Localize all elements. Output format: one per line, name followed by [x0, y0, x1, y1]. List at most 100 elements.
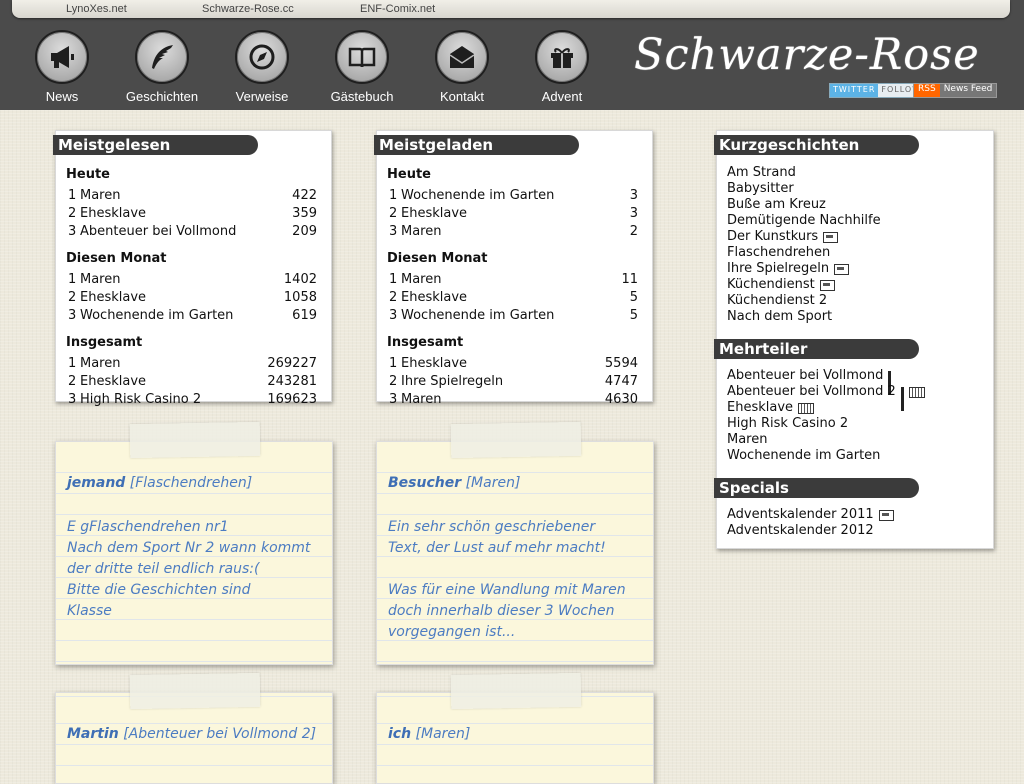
stats-row[interactable]: 1 Maren 1402 — [66, 271, 317, 289]
note-author[interactable]: jemand — [67, 475, 125, 491]
tape-strip — [450, 672, 582, 710]
note-header: jemand [Flaschendrehen] — [67, 475, 252, 491]
sidebar-story-label: Abenteuer bei Vollmond 2 — [727, 384, 896, 399]
twitter-follow-badge[interactable]: TWITTER FOLLOW — [829, 83, 926, 98]
sidebar-story-link[interactable]: Der Kunstkurs — [727, 229, 881, 245]
stats-count: 209 — [292, 224, 317, 239]
sidebar-story-link[interactable]: Demütigende Nachhilfe — [727, 213, 881, 229]
sidebar-story-link[interactable]: Adventskalender 2011 — [727, 507, 894, 523]
stats-rank: 2 — [68, 374, 77, 389]
nav-geschichten-button[interactable]: Geschichten — [112, 30, 212, 104]
stats-row[interactable]: 3 Maren 4630 — [387, 391, 638, 409]
stats-count: 3 — [629, 206, 638, 221]
note-author[interactable]: Besucher — [388, 475, 461, 491]
news-feed-label: News Feed — [939, 84, 997, 97]
nav-news-button[interactable]: News — [12, 30, 112, 104]
gift-icon — [535, 30, 589, 84]
sidebar-story-link[interactable]: Ihre Spielregeln — [727, 261, 881, 277]
stats-group-heading: Diesen Monat — [66, 251, 167, 266]
note-line: Was für eine Wandlung mit Maren — [388, 582, 626, 598]
sidebar-story-label: Der Kunstkurs — [727, 229, 819, 244]
sidebar-story-link[interactable]: Flaschendrehen — [727, 245, 881, 261]
note-author[interactable]: Martin — [67, 726, 119, 742]
sidebar-story-link[interactable]: Ehesklave — [727, 400, 925, 416]
tape-strip — [129, 421, 261, 459]
note-author[interactable]: ich — [388, 726, 411, 742]
top-link-schwarze-rose[interactable]: Schwarze-Rose.cc — [202, 3, 294, 15]
sidebar-story-label: Nach dem Sport — [727, 309, 833, 324]
mehrteiler-title: Mehrteiler — [714, 339, 919, 359]
sidebar-story-link[interactable]: Maren — [727, 432, 925, 448]
tape-strip — [129, 672, 261, 710]
note-story[interactable]: [Maren] — [416, 726, 471, 742]
stats-row[interactable]: 1 Maren 269227 — [66, 355, 317, 373]
compass-icon — [235, 30, 289, 84]
sidebar-story-link[interactable]: High Risk Casino 2 — [727, 416, 925, 432]
stats-rank: 2 — [389, 206, 398, 221]
stats-row[interactable]: 1 Wochenende im Garten 3 — [387, 187, 638, 205]
stats-group-list: 1 Maren 11 2 Ehesklave 5 3 Wochenende im Garten… — [387, 271, 638, 325]
stats-rank: 2 — [389, 290, 398, 305]
stats-count: 4630 — [604, 392, 638, 407]
note-story[interactable]: [Abenteuer bei Vollmond 2] — [123, 726, 316, 742]
sidebar-story-link[interactable]: Babysitter — [727, 181, 881, 197]
stats-group-heading: Heute — [66, 167, 110, 182]
stats-row[interactable]: 3 Wochenende im Garten 619 — [66, 307, 317, 325]
stats-count: 4747 — [604, 374, 638, 389]
stats-row[interactable]: 3 Wochenende im Garten 5 — [387, 307, 638, 325]
stats-title: Maren — [401, 392, 442, 407]
stats-row[interactable]: 1 Ehesklave 5594 — [387, 355, 638, 373]
stats-row[interactable]: 1 Maren 422 — [66, 187, 317, 205]
picture-icon — [878, 509, 894, 521]
sidebar-story-link[interactable]: Abenteuer bei Vollmond 2 — [727, 384, 925, 411]
mehrteiler-list: Abenteuer bei Vollmond Abenteuer bei Voll… — [727, 368, 925, 464]
note-story[interactable]: [Flaschendrehen] — [130, 475, 252, 491]
stats-row[interactable]: 2 Ehesklave 1058 — [66, 289, 317, 307]
stats-row[interactable]: 2 Ehesklave 5 — [387, 289, 638, 307]
stats-row[interactable]: 3 Maren 2 — [387, 223, 638, 241]
sidebar-story-link[interactable]: Buße am Kreuz — [727, 197, 881, 213]
stats-group-list: 1 Ehesklave 5594 2 Ihre Spielregeln 4747 3 Mare… — [387, 355, 638, 409]
stats-row[interactable]: 3 High Risk Casino 2 169623 — [66, 391, 317, 409]
stats-rank: 1 — [68, 272, 77, 287]
stats-count: 5594 — [604, 356, 638, 371]
sidebar-story-link[interactable]: Am Strand — [727, 165, 881, 181]
note-line: Nach dem Sport Nr 2 wann kommt — [67, 540, 311, 556]
stats-title: Ihre Spielregeln — [401, 374, 504, 389]
stats-rank: 3 — [68, 308, 77, 323]
stats-rank: 3 — [389, 308, 398, 323]
stats-title: Ehesklave — [401, 356, 468, 371]
nav-news-label: News — [45, 89, 79, 104]
sidebar-story-link[interactable]: Küchendienst 2 — [727, 293, 881, 309]
nav-gaestebuch-button[interactable]: Gästebuch — [312, 30, 412, 104]
stats-row[interactable]: 1 Maren 11 — [387, 271, 638, 289]
sidebar-story-link[interactable]: Abenteuer bei Vollmond — [727, 368, 925, 395]
stats-count: 1402 — [283, 272, 317, 287]
top-link-lynoxes[interactable]: LynoXes.net — [66, 3, 127, 15]
stats-count: 3 — [629, 188, 638, 203]
sidebar-story-label: Buße am Kreuz — [727, 197, 826, 212]
sidebar-story-link[interactable]: Küchendienst — [727, 277, 881, 293]
top-link-enf-comix[interactable]: ENF-Comix.net — [360, 3, 435, 15]
stats-row[interactable]: 2 Ihre Spielregeln 4747 — [387, 373, 638, 391]
site-logo[interactable]: Schwarze-Rose — [634, 30, 994, 80]
nav-advent-button[interactable]: Advent — [512, 30, 612, 104]
stats-group-list: 1 Maren 1402 2 Ehesklave 1058 3 Wochenende im G… — [66, 271, 317, 325]
stats-title: Ehesklave — [401, 290, 468, 305]
stats-row[interactable]: 2 Ehesklave 359 — [66, 205, 317, 223]
sidebar-story-link[interactable]: Nach dem Sport — [727, 309, 881, 325]
stats-group-heading: Diesen Monat — [387, 251, 488, 266]
stats-row[interactable]: 2 Ehesklave 3 — [387, 205, 638, 223]
specials-title: Specials — [714, 478, 919, 498]
header-bar: LynoXes.net Schwarze-Rose.cc ENF-Comix.n… — [0, 0, 1024, 110]
nav-verweise-button[interactable]: Verweise — [212, 30, 312, 104]
stats-row[interactable]: 2 Ehesklave 243281 — [66, 373, 317, 391]
sidebar-story-link[interactable]: Wochenende im Garten — [727, 448, 925, 464]
nav-kontakt-button[interactable]: Kontakt — [412, 30, 512, 104]
sidebar-story-link[interactable]: Adventskalender 2012 — [727, 523, 894, 539]
rss-feed-badge[interactable]: RSS News Feed — [913, 83, 998, 98]
note-story[interactable]: [Maren] — [466, 475, 521, 491]
stats-row[interactable]: 3 Abenteuer bei Vollmond 209 — [66, 223, 317, 241]
picture-icon — [834, 263, 850, 275]
note-body: E gFlaschendrehen nr1 Nach dem Sport Nr … — [67, 517, 310, 622]
